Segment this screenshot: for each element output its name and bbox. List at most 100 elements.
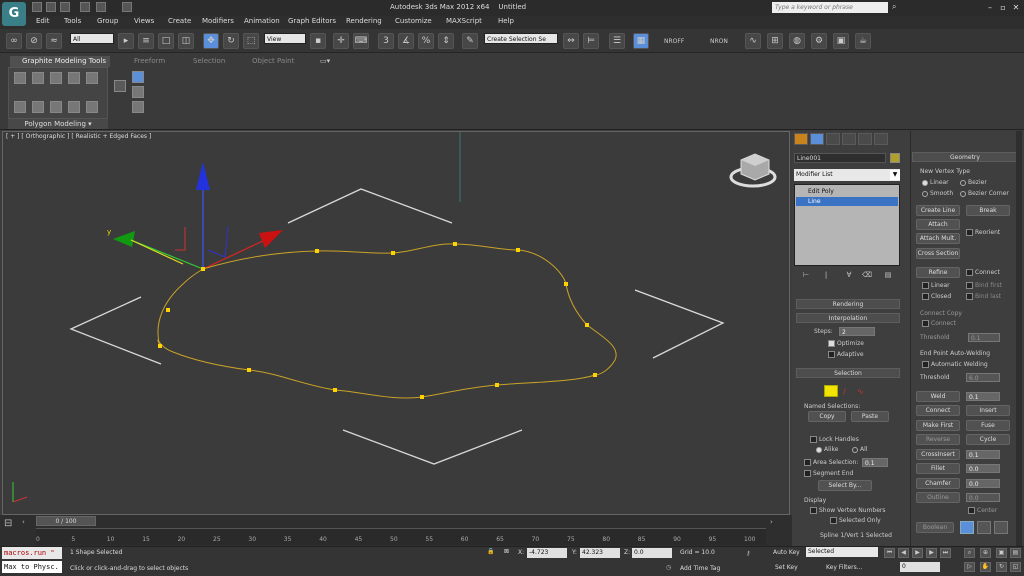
rendering-rollout[interactable]: Rendering <box>796 299 900 309</box>
new-icon[interactable] <box>32 2 42 12</box>
create-line-button[interactable]: Create Line <box>916 205 960 216</box>
refine-connect-checkbox[interactable]: Connect <box>966 269 1000 276</box>
chamfer-spinner[interactable]: 0.0 <box>966 479 1000 488</box>
ribbon-tool-icon[interactable] <box>86 101 98 113</box>
material-editor-icon[interactable]: ◍ <box>789 33 805 49</box>
spinner-snap-icon[interactable]: ⇕ <box>438 33 454 49</box>
reverse-button[interactable]: Reverse <box>916 434 960 445</box>
select-manipulate-icon[interactable]: ✛ <box>333 33 349 49</box>
ribbon-side-icon[interactable] <box>132 86 144 98</box>
threshold-spinner[interactable]: 0.1 <box>968 333 1000 342</box>
zoom-extents-icon[interactable]: ▣ <box>996 548 1007 558</box>
selected-only-checkbox[interactable]: Selected Only <box>830 517 881 524</box>
search-input[interactable]: Type a keyword or phrase <box>772 2 888 13</box>
linear-radio[interactable]: Linear <box>922 179 949 186</box>
ribbon-options-icon[interactable]: ▭▾ <box>320 56 330 67</box>
orbit-icon[interactable]: ↻ <box>996 562 1007 572</box>
keyboard-shortcut-override-icon[interactable]: ⌨ <box>353 33 369 49</box>
ribbon-side-icon[interactable] <box>114 80 126 92</box>
center-checkbox[interactable]: Center <box>968 507 997 514</box>
chamfer-button[interactable]: Chamfer <box>916 478 960 489</box>
connect-copy-checkbox[interactable]: Connect <box>922 320 956 327</box>
smooth-radio[interactable]: Smooth <box>922 190 953 197</box>
ribbon-side-icon[interactable] <box>132 71 144 83</box>
select-by-name-icon[interactable]: ≡ <box>138 33 154 49</box>
app-logo-button[interactable]: G <box>2 2 26 26</box>
reference-coordinate-dropdown[interactable]: View <box>264 33 306 44</box>
ribbon-tool-icon[interactable] <box>68 72 80 84</box>
configure-sets-icon[interactable]: ▤ <box>882 271 894 281</box>
object-name-field[interactable]: Line001 <box>794 153 886 163</box>
lock-selection-icon[interactable]: 🔒 <box>487 548 494 555</box>
spline-vertex[interactable] <box>247 368 251 372</box>
absolute-mode-icon[interactable]: ⊠ <box>504 548 509 555</box>
close-icon[interactable]: ✕ <box>1010 2 1022 13</box>
rectangular-selection-icon[interactable]: □ <box>158 33 174 49</box>
go-to-end-icon[interactable]: ⏭ <box>940 548 951 558</box>
mini-curve-editor-icon[interactable]: ⊟ <box>4 518 22 536</box>
bezier-radio[interactable]: Bezier <box>960 179 987 186</box>
spline-vertex[interactable] <box>315 249 319 253</box>
spline-subobject-icon[interactable]: ∿ <box>857 387 869 396</box>
zoom-extents-all-icon[interactable]: ▤ <box>1010 548 1021 558</box>
zoom-all-icon[interactable]: ⊕ <box>980 548 991 558</box>
ribbon-tool-icon[interactable] <box>50 101 62 113</box>
go-to-start-icon[interactable]: ⏮ <box>884 548 895 558</box>
optimize-checkbox[interactable]: Optimize <box>828 340 864 347</box>
zoom-icon[interactable]: ⌕ <box>964 548 975 558</box>
percent-snap-icon[interactable]: % <box>418 33 434 49</box>
select-and-rotate-icon[interactable]: ↻ <box>223 33 239 49</box>
next-frame-button-icon[interactable]: ▶ <box>926 548 937 558</box>
snaps-toggle-icon[interactable]: 3 <box>378 33 394 49</box>
curve-editor-icon[interactable]: ∿ <box>745 33 761 49</box>
cycle-button[interactable]: Cycle <box>966 434 1010 445</box>
key-filters-button[interactable]: Key Filters... <box>826 564 863 571</box>
time-slider[interactable]: 0 / 100 <box>36 516 96 526</box>
nroff-label[interactable]: NROFF <box>664 38 684 45</box>
select-and-move-icon[interactable]: ✥ <box>203 33 219 49</box>
tab-object-paint[interactable]: Object Paint <box>252 56 294 67</box>
play-icon[interactable]: ▶ <box>912 548 923 558</box>
pin-stack-icon[interactable]: ⊢ <box>800 271 812 281</box>
outline-spinner[interactable]: 0.0 <box>966 493 1000 502</box>
pivot-center-icon[interactable]: ▪ <box>310 33 326 49</box>
previous-frame-icon[interactable]: ◀ <box>898 548 909 558</box>
maxscript-listener-input[interactable]: Max to Physc. <box>2 561 62 573</box>
break-button[interactable]: Break <box>966 205 1010 216</box>
layer-manager-icon[interactable]: ☰ <box>609 33 625 49</box>
crossinsert-spinner[interactable]: 0.1 <box>966 450 1000 459</box>
cross-section-button[interactable]: Cross Section <box>916 248 960 259</box>
tab-selection[interactable]: Selection <box>193 56 225 67</box>
bind-first-checkbox[interactable]: Bind first <box>966 282 1002 289</box>
window-crossing-icon[interactable]: ◫ <box>178 33 194 49</box>
stack-item-edit-poly[interactable]: Edit Poly <box>796 187 898 196</box>
chevron-down-icon[interactable]: ▼ <box>890 170 900 180</box>
create-tab-icon[interactable] <box>794 133 808 145</box>
spline-vertex[interactable] <box>495 383 499 387</box>
insert-button[interactable]: Insert <box>966 405 1010 416</box>
crossinsert-button[interactable]: CrossInsert <box>916 449 960 460</box>
spline-vertex[interactable] <box>593 373 597 377</box>
selection-filter-dropdown[interactable]: All <box>70 33 114 44</box>
spline-vertex[interactable] <box>333 388 337 392</box>
refine-linear-checkbox[interactable]: Linear <box>922 282 950 289</box>
render-setup-icon[interactable]: ⚙ <box>811 33 827 49</box>
command-panel-scrollbar[interactable] <box>1016 131 1022 546</box>
geometry-rollout[interactable]: Geometry <box>912 152 1018 162</box>
undo-icon[interactable] <box>80 2 90 12</box>
attach-mult-button[interactable]: Attach Mult. <box>916 233 960 244</box>
render-production-icon[interactable]: ☕ <box>855 33 871 49</box>
boolean-button[interactable]: Boolean <box>916 522 954 533</box>
polygon-modeling-label[interactable]: Polygon Modeling ▾ <box>8 119 108 129</box>
open-icon[interactable] <box>46 2 56 12</box>
pan-icon[interactable]: ✋ <box>980 562 991 572</box>
ribbon-tool-icon[interactable] <box>14 72 26 84</box>
ribbon-tool-icon[interactable] <box>86 72 98 84</box>
spline-vertex[interactable] <box>585 323 589 327</box>
ribbon-tool-icon[interactable] <box>32 72 44 84</box>
show-end-result-icon[interactable]: | <box>820 271 832 281</box>
boolean-subtract-icon[interactable] <box>977 521 991 534</box>
key-icon[interactable]: ⚷ <box>746 550 750 557</box>
all-radio[interactable]: All <box>852 446 867 453</box>
spline-vertex[interactable] <box>201 267 205 271</box>
